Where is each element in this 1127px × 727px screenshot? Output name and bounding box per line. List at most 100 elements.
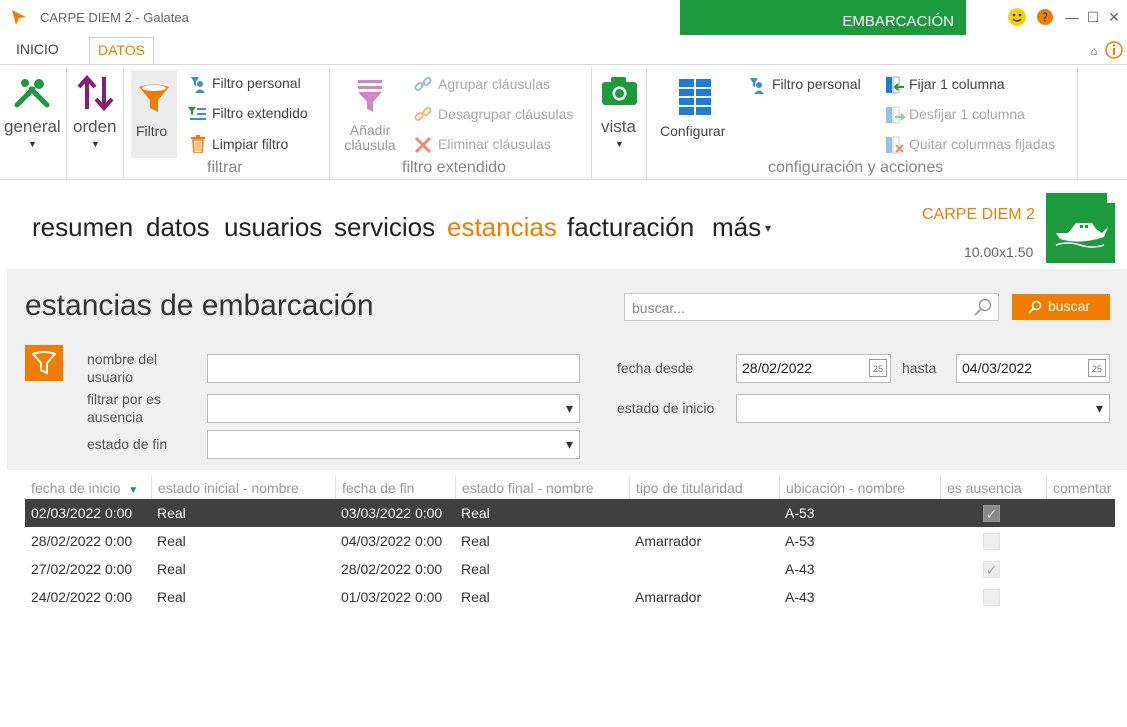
desfijar-columna-button[interactable]: Desfijar 1 columna: [909, 106, 1025, 122]
general-caret-icon[interactable]: ▼: [28, 139, 37, 149]
table-row[interactable]: 28/02/2022 0:00 Real 04/03/2022 0:00 Real Am…: [25, 527, 1115, 555]
unpin-column-icon: [886, 106, 905, 124]
ausencia-checkbox[interactable]: ✓: [983, 505, 1000, 522]
help-icon[interactable]: ?: [1035, 7, 1055, 27]
table-row[interactable]: 24/02/2022 0:00 Real 01/03/2022 0:00 Real Am…: [25, 583, 1115, 611]
smiley-icon[interactable]: [1007, 7, 1027, 27]
group-label-filtro-extendido: filtro extendido: [402, 159, 507, 176]
minimize-icon[interactable]: —: [1062, 7, 1082, 27]
tab-datos[interactable]: DATOS: [89, 37, 154, 65]
column-header-fecha-inicio[interactable]: fecha de inicio ▼: [25, 476, 151, 500]
label-estado-inicio: estado de inicio: [617, 400, 715, 416]
agrupar-clausulas-button[interactable]: Agrupar cláusulas: [438, 76, 550, 92]
mas-caret-icon[interactable]: ▾: [765, 221, 771, 235]
column-header-fecha-fin[interactable]: fecha de fin: [335, 476, 455, 500]
nav-mas[interactable]: más: [712, 212, 761, 243]
magnifier-icon: [974, 298, 992, 316]
hasta-input[interactable]: 04/03/2022 25: [956, 354, 1110, 383]
nav-servicios[interactable]: servicios: [334, 212, 435, 243]
column-header-es-ausencia[interactable]: es ausencia: [940, 476, 1046, 500]
table-row[interactable]: 27/02/2022 0:00 Real 28/02/2022 0:00 Real A-…: [25, 555, 1115, 583]
link-icon: [414, 76, 432, 92]
cell-ubicacion: A-43: [785, 561, 815, 577]
filtro-label: Filtro: [136, 123, 168, 139]
cell-estado-fin: Real: [461, 589, 490, 605]
context-tab-embarcacion[interactable]: EMBARCACIÓN: [680, 0, 966, 35]
ausencia-dropdown[interactable]: [207, 394, 580, 423]
cell-estado-fin: Real: [461, 533, 490, 549]
filtro-button[interactable]: Filtro: [131, 70, 177, 158]
unlink-icon: [414, 106, 432, 122]
fecha-desde-value: 28/02/2022: [742, 360, 813, 376]
nav-estancias[interactable]: estancias: [447, 212, 557, 243]
vessel-tile[interactable]: [1046, 193, 1115, 263]
vista-caret-icon[interactable]: ▼: [615, 139, 624, 149]
column-header-tipo-titularidad[interactable]: tipo de titularidad: [629, 476, 779, 500]
ausencia-checkbox[interactable]: ✓: [983, 561, 1000, 578]
maximize-icon[interactable]: ☐: [1083, 7, 1103, 27]
search-input[interactable]: buscar...: [624, 293, 999, 321]
tab-inicio[interactable]: INICIO: [8, 37, 67, 65]
cell-fin: 01/03/2022 0:00: [341, 589, 443, 605]
search-button[interactable]: buscar: [1012, 294, 1110, 320]
column-header-estado-inicial[interactable]: estado inicial - nombre: [151, 476, 335, 500]
quitar-columnas-fijadas-button[interactable]: Quitar columnas fijadas: [909, 136, 1055, 152]
nav-facturacion[interactable]: facturación: [567, 212, 694, 243]
label-nombre-usuario: nombre del usuario: [87, 351, 158, 385]
estado-fin-dropdown[interactable]: [207, 430, 580, 459]
orden-button[interactable]: orden: [73, 117, 116, 137]
nombre-usuario-input[interactable]: [207, 354, 580, 383]
column-header-comentario[interactable]: comentar: [1046, 476, 1115, 500]
cell-ubicacion: A-43: [785, 589, 815, 605]
fijar-columna-button[interactable]: Fijar 1 columna: [909, 76, 1005, 92]
desagrupar-clausulas-button[interactable]: Desagrupar cláusulas: [438, 106, 573, 122]
group-label-configuracion: configuración y acciones: [768, 159, 944, 176]
configure-grid-icon: [679, 79, 711, 115]
configurar-button[interactable]: Configurar: [660, 123, 725, 139]
nav-resumen[interactable]: resumen: [32, 212, 133, 243]
column-header-estado-final[interactable]: estado final - nombre: [455, 476, 629, 500]
search-placeholder: buscar...: [632, 300, 685, 316]
estado-inicio-dropdown[interactable]: [736, 394, 1110, 423]
label-hasta: hasta: [902, 360, 937, 376]
column-header-ubicacion[interactable]: ubicación - nombre: [779, 476, 940, 500]
cell-fin: 04/03/2022 0:00: [341, 533, 443, 549]
calendar-icon[interactable]: 25: [869, 359, 887, 377]
filter-person-icon: [191, 77, 205, 93]
nav-datos[interactable]: datos: [146, 212, 210, 243]
filtro-extendido-button[interactable]: Filtro extendido: [212, 105, 308, 121]
camera-icon: [602, 77, 637, 105]
ausencia-checkbox[interactable]: [983, 533, 1000, 550]
eliminar-clausulas-button[interactable]: Eliminar cláusulas: [438, 136, 551, 152]
sort-desc-icon: ▼: [128, 485, 139, 496]
cell-estado-ini: Real: [157, 505, 186, 521]
config-filtro-personal-button[interactable]: Filtro personal: [772, 76, 861, 92]
filtro-personal-button[interactable]: Filtro personal: [212, 75, 301, 91]
table-row[interactable]: 02/03/2022 0:00 Real 03/03/2022 0:00 Real A-…: [25, 499, 1115, 527]
limpiar-filtro-button[interactable]: Limpiar filtro: [212, 136, 288, 152]
cell-estado-ini: Real: [157, 561, 186, 577]
anadir-clausula-button[interactable]: Añadir cláusula: [343, 123, 397, 153]
vista-button[interactable]: vista: [601, 117, 636, 137]
cell-titularidad: [629, 499, 641, 527]
filter-toggle-button[interactable]: [25, 345, 63, 381]
trash-icon: [191, 135, 205, 153]
close-icon[interactable]: ✕: [1104, 7, 1124, 27]
cell-fin: 28/02/2022 0:00: [341, 561, 443, 577]
nav-usuarios[interactable]: usuarios: [224, 212, 322, 243]
label-fecha-desde: fecha desde: [617, 360, 694, 376]
filter-person-icon: [750, 78, 764, 94]
ausencia-checkbox[interactable]: [983, 589, 1000, 606]
page-title: estancias de embarcación: [25, 289, 374, 322]
info-icon[interactable]: [1104, 40, 1124, 60]
cell-estado-ini: Real: [157, 533, 186, 549]
orden-caret-icon[interactable]: ▼: [91, 139, 100, 149]
general-button[interactable]: general: [4, 117, 61, 137]
calendar-icon[interactable]: 25: [1088, 359, 1106, 377]
search-button-label: buscar: [1048, 298, 1091, 314]
cell-estado-fin: Real: [461, 561, 490, 577]
collapse-ribbon-icon[interactable]: ⌂: [1084, 41, 1104, 61]
title-bar: CARPE DIEM 2 - Galatea EMBARCACIÓN ? — ☐…: [0, 0, 1127, 36]
fecha-desde-input[interactable]: 28/02/2022 25: [736, 354, 891, 383]
tools-icon: [14, 79, 50, 108]
